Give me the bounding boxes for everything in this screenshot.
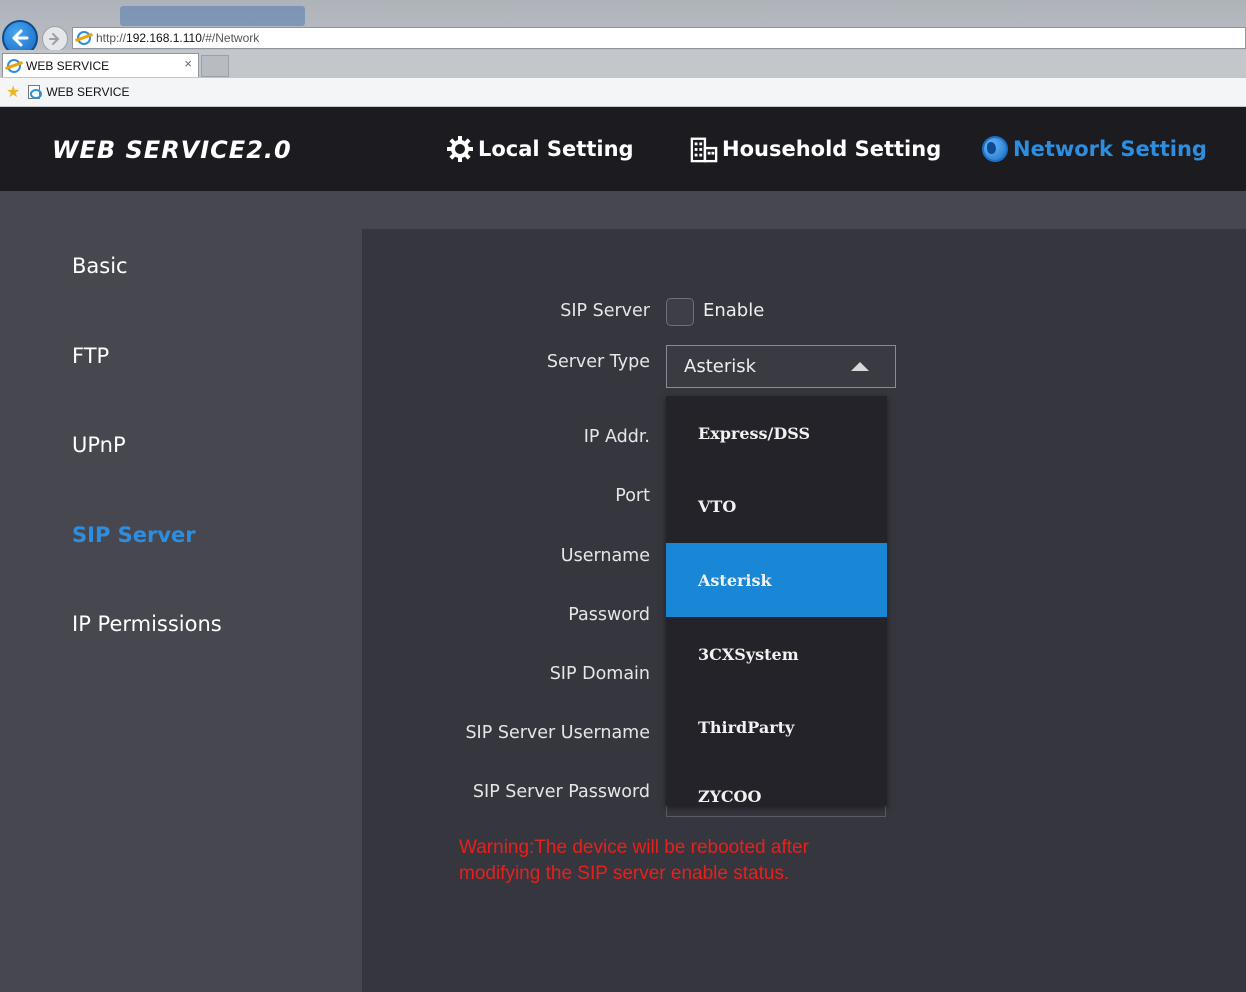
- sidebar-item-ftp[interactable]: FTP: [72, 344, 109, 368]
- option-vto[interactable]: VTO: [666, 469, 887, 543]
- arrow-left-icon: [12, 29, 29, 47]
- server-type-dropdown: Express/DSS VTO Asterisk 3CXSystem Third…: [666, 396, 887, 806]
- page-icon: [28, 85, 43, 99]
- option-3cxsystem[interactable]: 3CXSystem: [666, 617, 887, 691]
- building-icon: [690, 135, 718, 163]
- nav-local-setting-label: Local Setting: [478, 137, 634, 161]
- nav-household-setting-label: Household Setting: [722, 137, 942, 161]
- server-type-select[interactable]: Asterisk: [666, 345, 896, 388]
- forward-button[interactable]: [42, 26, 68, 52]
- label-sip-server-username: SIP Server Username: [465, 723, 650, 743]
- app-logo: WEB SERVICE2.0: [52, 136, 292, 164]
- tab-title: WEB SERVICE: [26, 58, 110, 73]
- ie-icon: [77, 31, 91, 45]
- label-username: Username: [560, 546, 650, 566]
- option-thirdparty[interactable]: ThirdParty: [666, 690, 887, 764]
- sidebar-item-ip-permissions[interactable]: IP Permissions: [72, 612, 222, 636]
- new-tab-button[interactable]: [201, 55, 229, 77]
- address-bar[interactable]: http://192.168.1.110/#/Network: [72, 27, 1246, 49]
- caret-up-icon: [851, 362, 869, 371]
- nav-local-setting[interactable]: Local Setting: [446, 133, 634, 165]
- url-path: /#/Network: [201, 31, 260, 45]
- option-zycoo[interactable]: ZYCOO: [666, 759, 887, 806]
- sidebar-item-upnp[interactable]: UPnP: [72, 433, 126, 457]
- sidebar-item-basic[interactable]: Basic: [72, 254, 128, 278]
- arrow-right-icon: [49, 33, 60, 45]
- favorite-link[interactable]: WEB SERVICE: [46, 85, 129, 99]
- nav-network-setting[interactable]: Network Setting: [981, 133, 1207, 165]
- sidebar-item-sip-server[interactable]: SIP Server: [72, 523, 196, 547]
- label-sip-server: SIP Server: [560, 301, 650, 321]
- option-asterisk[interactable]: Asterisk: [666, 543, 887, 617]
- label-sip-server-password: SIP Server Password: [472, 782, 650, 802]
- gear-icon: [446, 135, 474, 163]
- option-express-dss[interactable]: Express/DSS: [666, 396, 887, 470]
- sip-server-enable-checkbox[interactable]: [666, 298, 694, 326]
- server-type-value: Asterisk: [684, 356, 757, 377]
- url-host: 192.168.1.110: [126, 31, 202, 45]
- ie-icon: [7, 58, 21, 73]
- browser-tab[interactable]: WEB SERVICE ×: [2, 53, 199, 77]
- url-prefix: http://: [96, 31, 127, 45]
- nav-household-setting[interactable]: Household Setting: [690, 133, 941, 165]
- label-server-type: Server Type: [546, 352, 650, 372]
- background-window-blur: [120, 6, 305, 26]
- sip-server-password-input[interactable]: [666, 806, 886, 817]
- favorites-star-icon[interactable]: ★: [6, 82, 20, 102]
- nav-network-setting-label: Network Setting: [1013, 137, 1207, 161]
- label-sip-domain: SIP Domain: [549, 664, 650, 684]
- label-ip-addr: IP Addr.: [583, 427, 650, 447]
- sidebar: [0, 191, 362, 992]
- reboot-warning: Warning:The device will be rebooted afte…: [459, 837, 809, 884]
- close-icon[interactable]: ×: [184, 56, 192, 71]
- label-port: Port: [615, 486, 650, 506]
- globe-icon: [981, 135, 1009, 163]
- favorites-bar: ★ WEB SERVICE: [0, 78, 1246, 107]
- label-password: Password: [568, 605, 650, 625]
- enable-label: Enable: [703, 300, 765, 321]
